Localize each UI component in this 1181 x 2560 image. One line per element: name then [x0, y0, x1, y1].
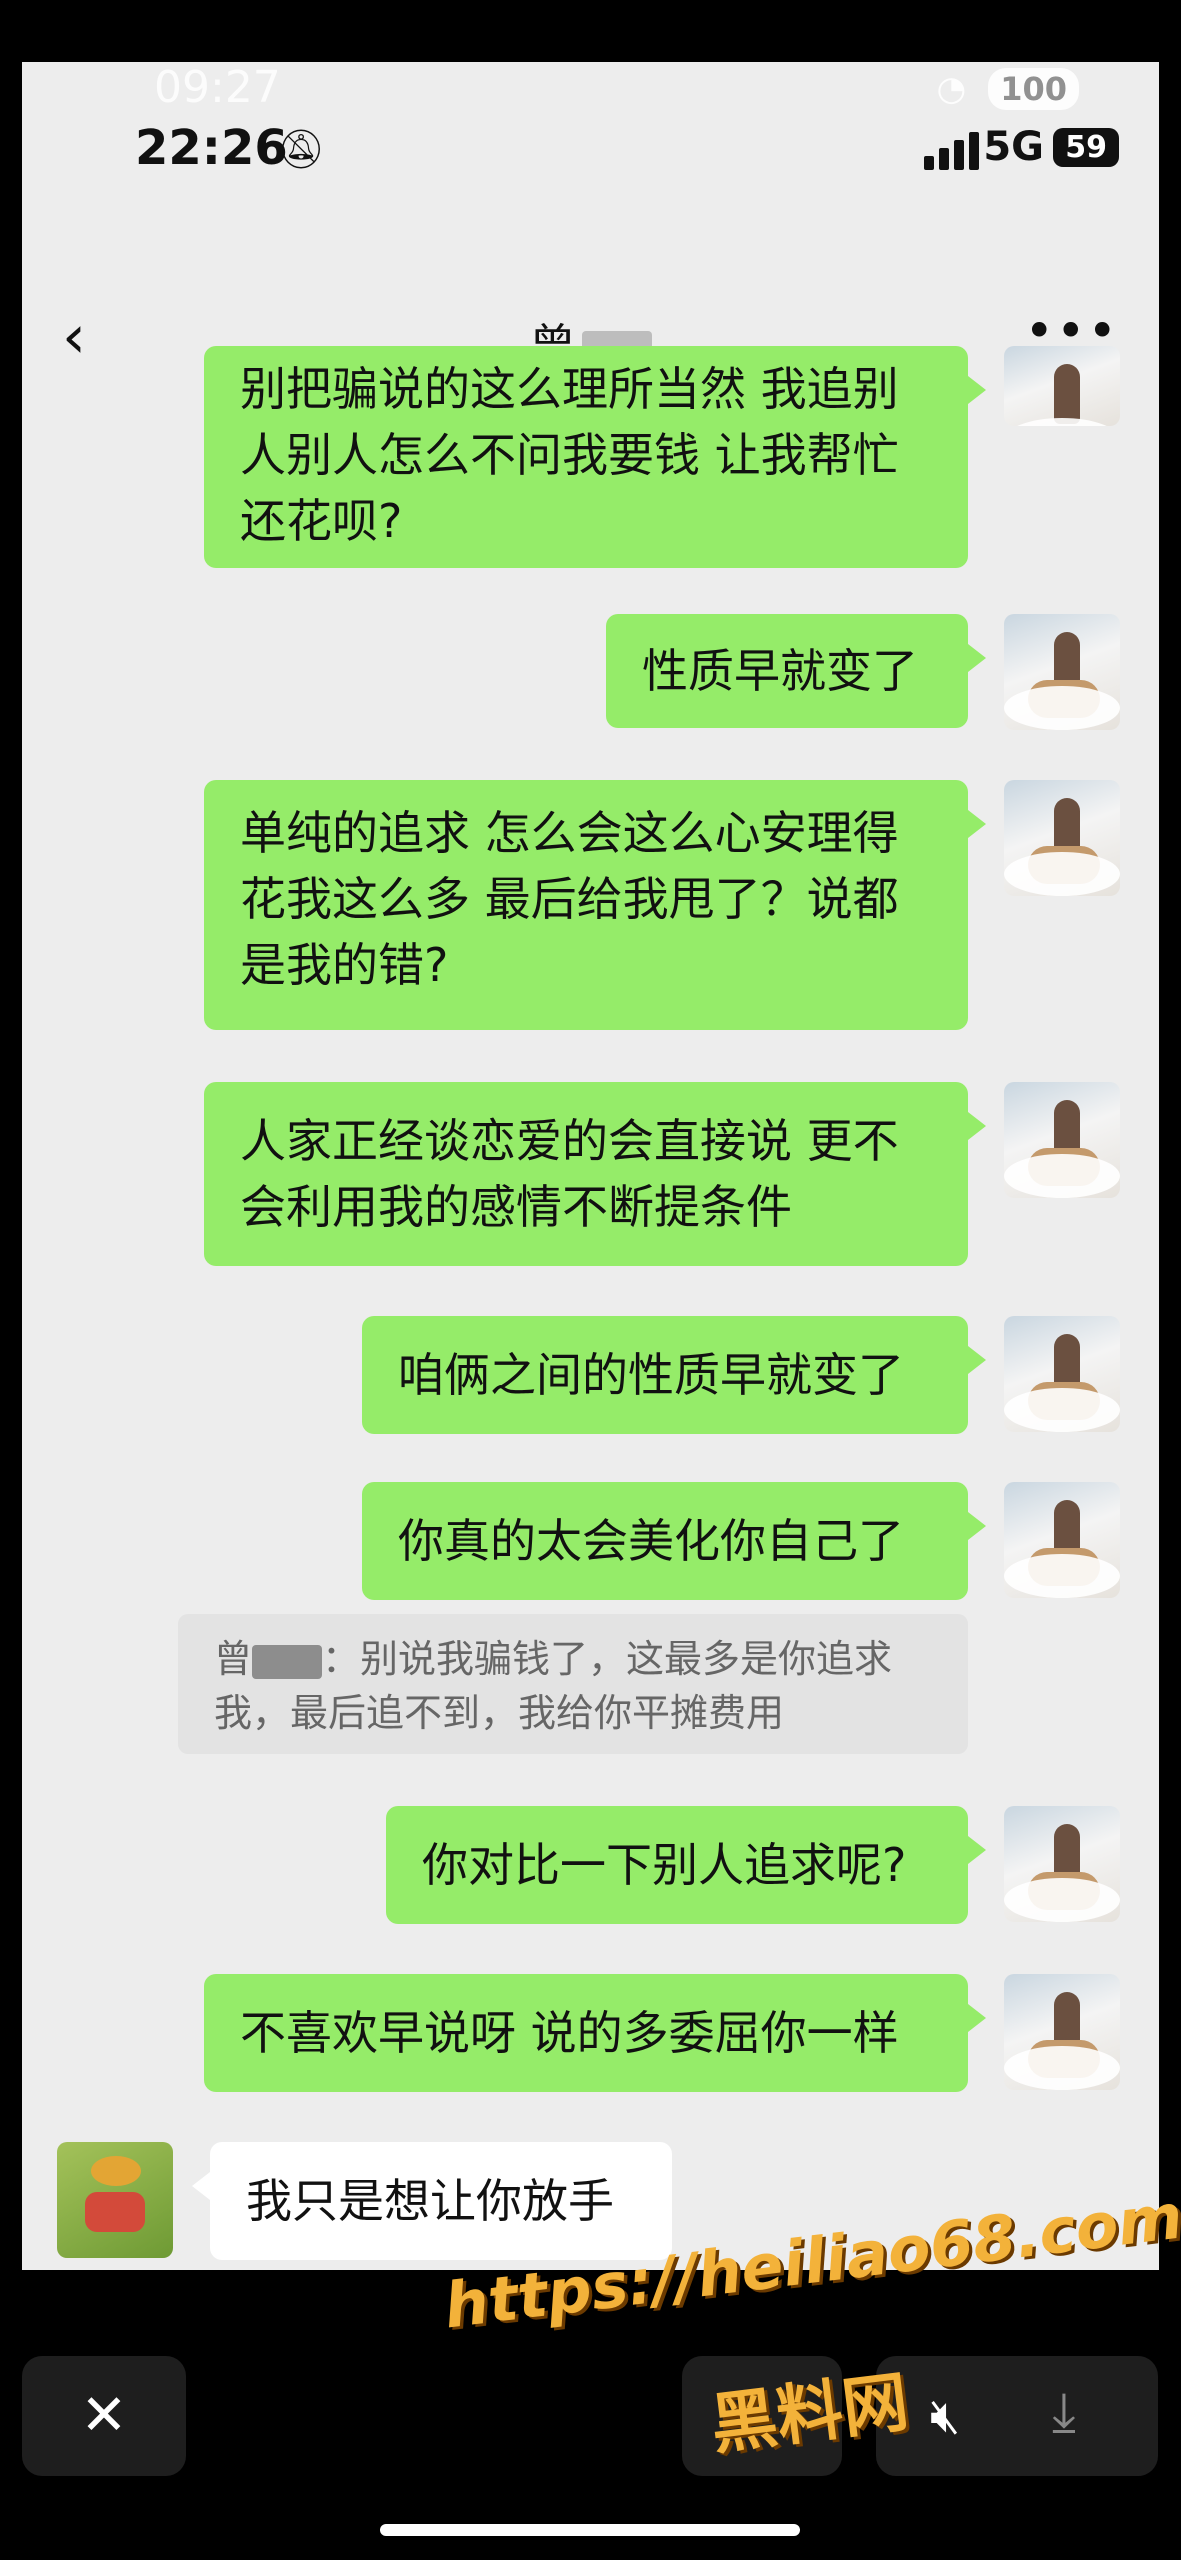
my-avatar[interactable]	[1004, 1316, 1120, 1432]
bell-muted-icon: 🔕︎	[277, 127, 326, 171]
my-avatar[interactable]	[1004, 1806, 1120, 1922]
status-time: 22:26	[135, 120, 288, 176]
my-avatar[interactable]	[1004, 614, 1120, 730]
signal-icon	[924, 132, 979, 170]
message-bubble[interactable]: 咱俩之间的性质早就变了	[362, 1316, 986, 1434]
mute-icon[interactable]: 🔇︎	[930, 2388, 960, 2445]
my-avatar[interactable]	[1004, 1482, 1120, 1598]
my-avatar[interactable]	[1004, 780, 1120, 896]
contact-avatar[interactable]	[57, 2142, 173, 2258]
message-bubble[interactable]: 我只是想让你放手	[192, 2142, 672, 2260]
outer-time: 09:27	[154, 62, 281, 113]
message-bubble[interactable]: 你对比一下别人追求呢?	[386, 1806, 986, 1924]
quoted-message[interactable]: 曾：别说我骗钱了，这最多是你追求我，最后追不到，我给你平摊费用	[178, 1614, 968, 1754]
redacted-name	[252, 1644, 323, 1679]
media-controls	[876, 2356, 1158, 2476]
message-bubble[interactable]: 人家正经谈恋爱的会直接说 更不会利用我的感情不断提条件	[204, 1082, 986, 1266]
message-bubble[interactable]: 单纯的追求 怎么会这么心安理得花我这么多 最后给我甩了？说都是我的错?	[204, 780, 986, 1030]
close-icon[interactable]: ✕	[22, 2356, 186, 2476]
download-icon[interactable]: ⤓	[1052, 2380, 1076, 2444]
my-avatar[interactable]	[1004, 346, 1120, 426]
quote-sender: 曾	[214, 1637, 253, 1681]
message-bubble[interactable]: 性质早就变了	[606, 614, 986, 728]
chat-screen: 09:27 ◔ 100 22:26 🔕︎ 5G 59 ‹ 曾 ••• 别把骗说的…	[22, 62, 1159, 2332]
message-bubble[interactable]: 你真的太会美化你自己了	[362, 1482, 986, 1600]
message-bubble[interactable]: 不喜欢早说呀 说的多委屈你一样	[204, 1974, 986, 2092]
my-avatar[interactable]	[1004, 1974, 1120, 2090]
my-avatar[interactable]	[1004, 1082, 1120, 1198]
network-type: 5G	[983, 124, 1044, 170]
message-bubble[interactable]: 别把骗说的这么理所当然 我追别人别人怎么不问我要钱 让我帮忙还花呗?	[204, 346, 986, 568]
battery-level: 59	[1053, 128, 1119, 167]
outer-battery: 100	[988, 68, 1079, 110]
wifi-icon: ◔	[936, 69, 967, 109]
home-indicator[interactable]	[380, 2524, 800, 2536]
outer-status-icons: ◔ 100	[937, 68, 1079, 110]
